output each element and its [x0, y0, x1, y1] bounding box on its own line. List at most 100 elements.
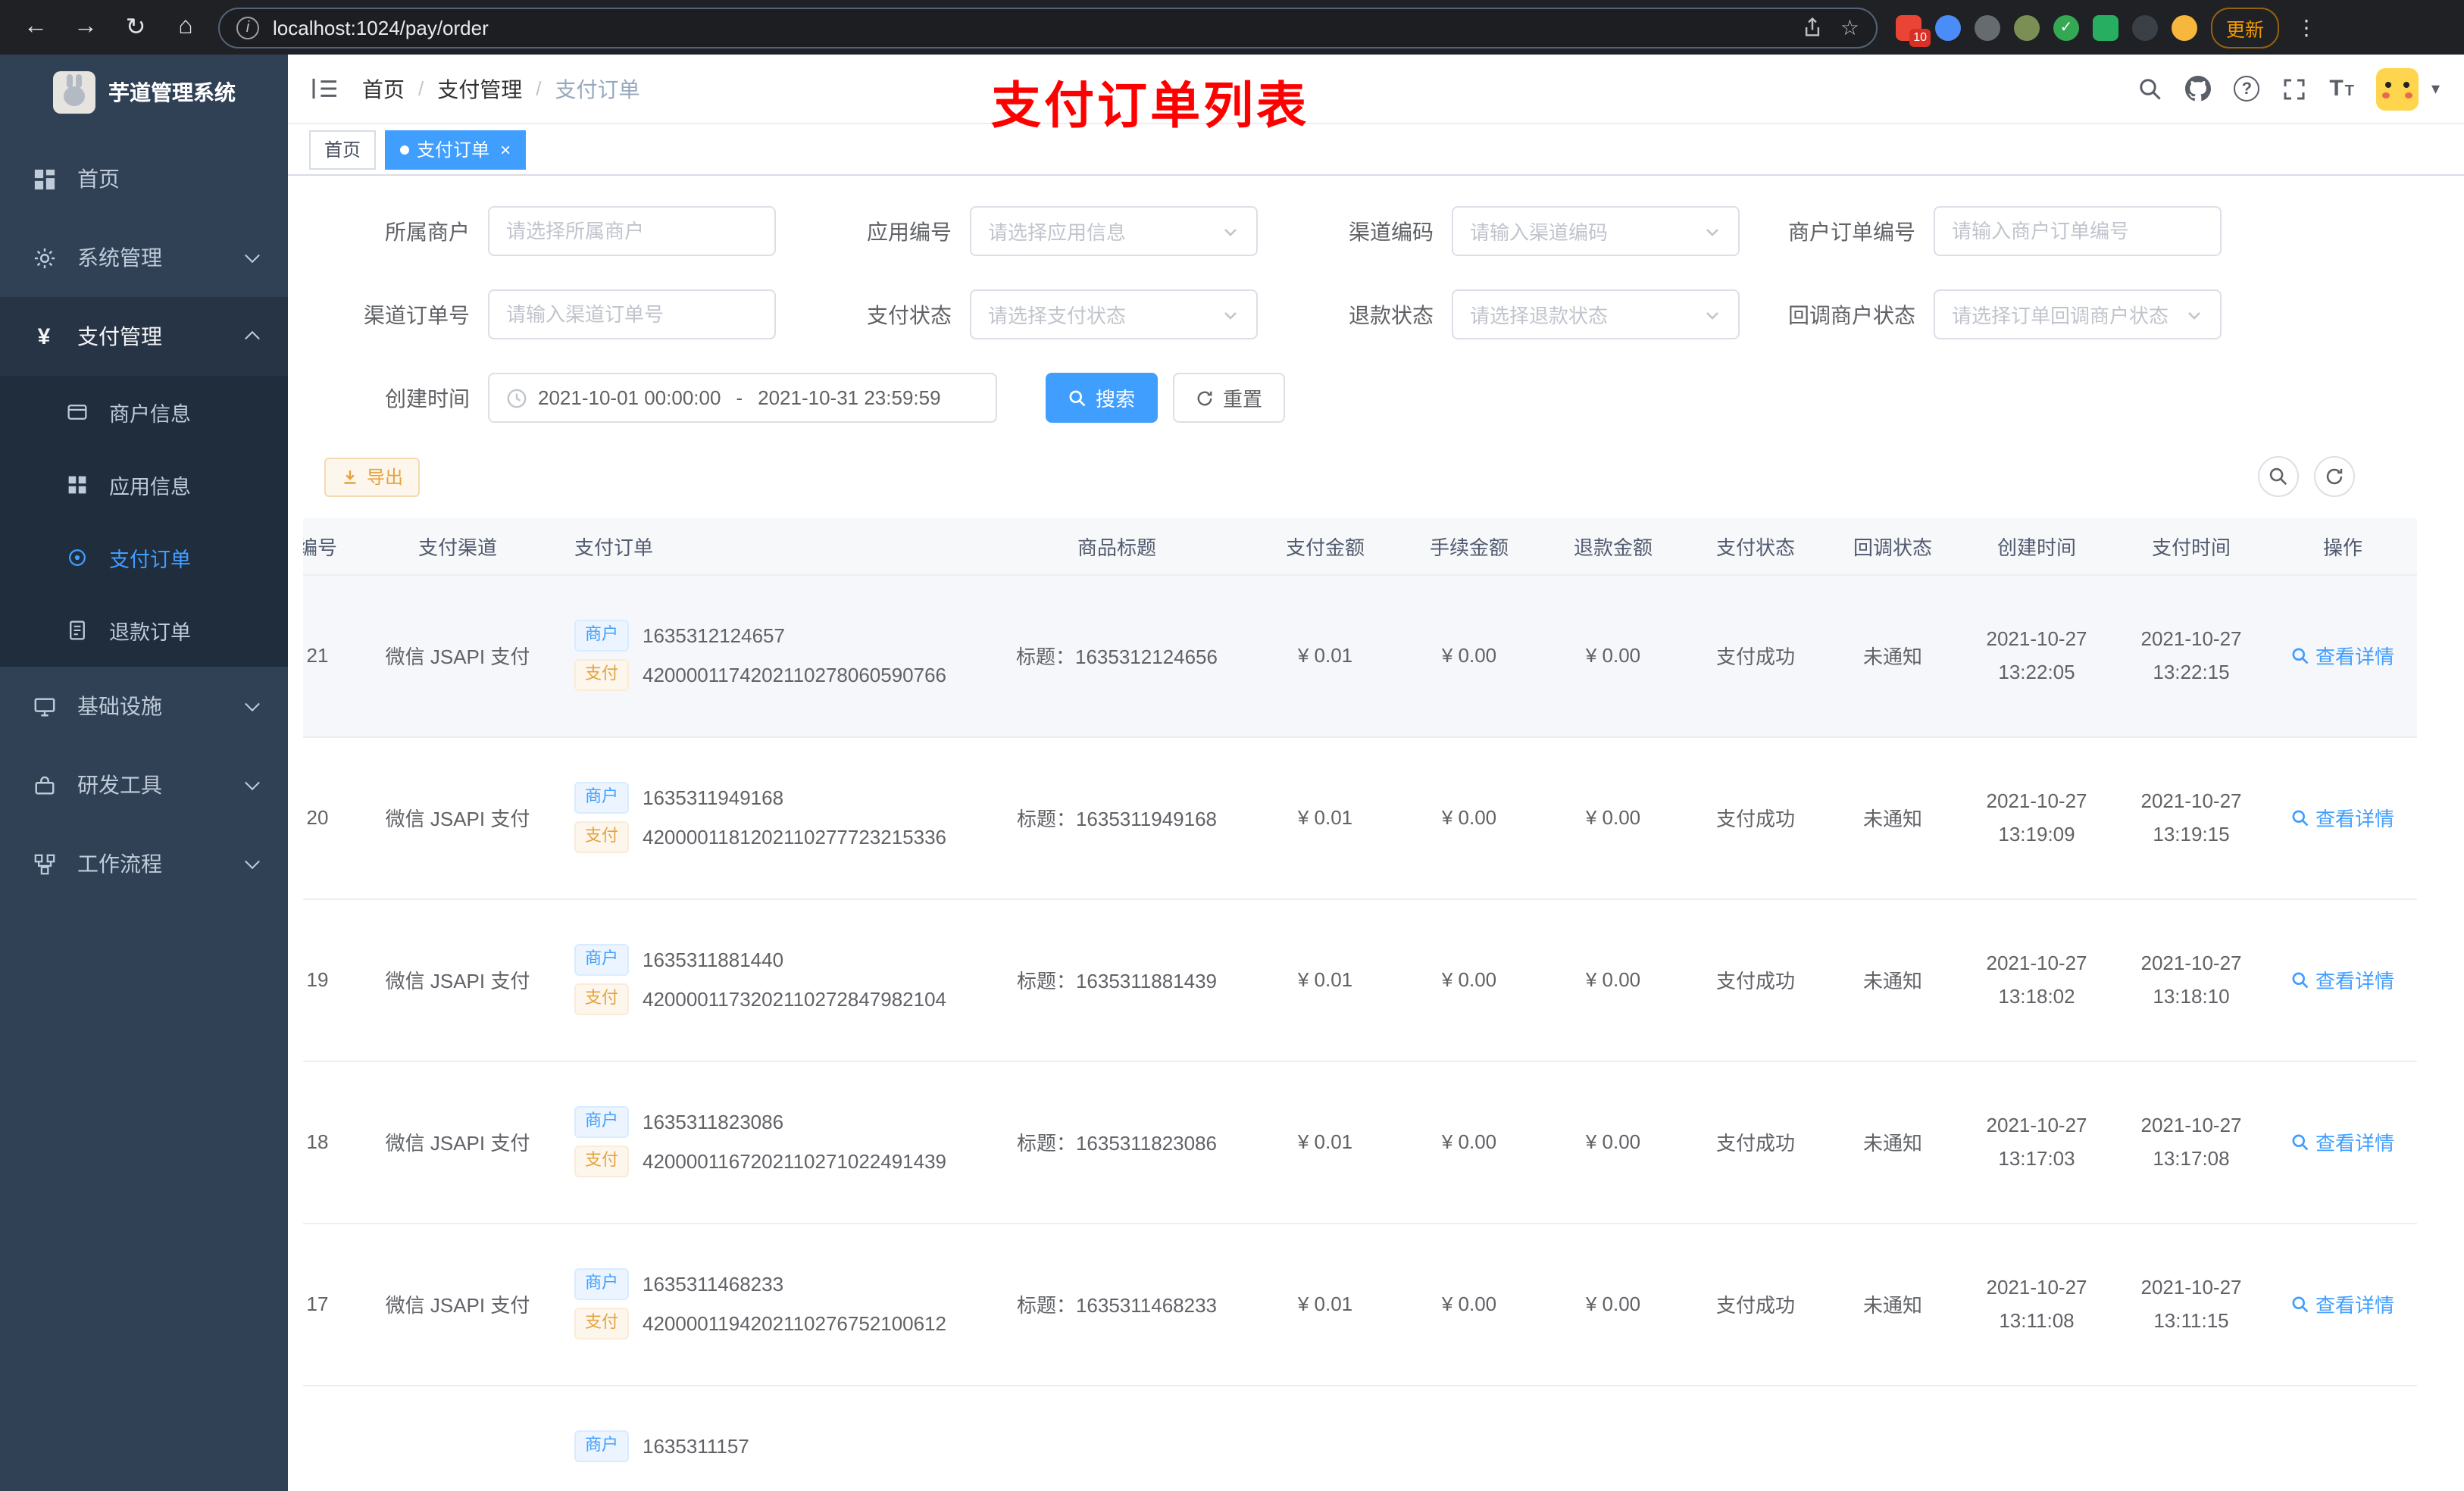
merchant-select-input[interactable] — [488, 206, 776, 256]
extension-check-icon[interactable]: ✓ — [2053, 14, 2079, 40]
sidebar-item-merchant-info[interactable]: 商户信息 — [0, 376, 288, 449]
table-header-row: 编号 支付渠道 支付订单 商品标题 支付金额 手续金额 退款金额 支付状态 回调… — [303, 518, 2417, 575]
cell-pay-channel: 微信 JSAPI 支付 — [359, 1061, 556, 1224]
breadcrumb-separator: / — [418, 77, 424, 100]
extension-icon-2[interactable] — [1935, 14, 1961, 40]
export-button[interactable]: 导出 — [324, 457, 421, 496]
cell-pay-time: 2021-10-27 13:11:15 — [2114, 1223, 2269, 1386]
cell-pay-status: 支付成功 — [1685, 1061, 1826, 1224]
merchant-tag: 商户 — [574, 944, 629, 976]
channel-order-no-input[interactable] — [488, 289, 776, 339]
site-info-icon[interactable]: i — [236, 16, 259, 39]
breadcrumb-home[interactable]: 首页 — [362, 73, 405, 104]
extension-chat-icon[interactable] — [2093, 14, 2118, 40]
notify-status-select[interactable]: 请选择订单回调商户状态 — [1934, 289, 2222, 339]
sidebar-item-refund-order[interactable]: 退款订单 — [0, 594, 288, 667]
filter-label: 回调商户状态 — [1788, 302, 1915, 327]
sidebar-item-infra[interactable]: 基础设施 — [0, 667, 288, 746]
browser-forward-icon[interactable]: → — [65, 7, 106, 48]
filter-merchant-order-no: 商户订单编号 — [1770, 206, 2222, 256]
cell-order-id: 18 — [303, 1061, 359, 1224]
search-icon — [1069, 389, 1086, 406]
merchant-order-no-input[interactable] — [1934, 206, 2222, 256]
table-row: 19 微信 JSAPI 支付 商户 1635311881440 支付 42000… — [303, 899, 2417, 1061]
pay-tag: 支付 — [574, 1308, 629, 1339]
extension-icon-4[interactable] — [2014, 14, 2040, 40]
cell-order-id: 19 — [303, 899, 359, 1061]
cell-order-id: 21 — [303, 574, 359, 737]
merchant-tag: 商户 — [574, 782, 629, 814]
user-caret-down-icon[interactable]: ▾ — [2431, 79, 2440, 98]
user-avatar[interactable] — [2376, 67, 2419, 110]
view-detail-link[interactable]: 查看详情 — [2291, 965, 2394, 994]
sidebar-item-pay-order[interactable]: 支付订单 — [0, 521, 288, 594]
cell-refund-amount: ¥ 0.00 — [1541, 899, 1685, 1061]
tab-close-icon[interactable]: × — [500, 139, 511, 160]
annotation-title: 支付订单列表 — [991, 77, 1309, 133]
cell-pay-time: 2021-10-27 13:17:08 — [2114, 1061, 2269, 1224]
view-detail-link[interactable]: 查看详情 — [2291, 1127, 2394, 1156]
share-icon[interactable] — [1803, 17, 1824, 38]
sidebar-item-label: 支付管理 — [77, 324, 162, 349]
grid-icon — [64, 471, 91, 499]
sidebar-item-workflow[interactable]: 工作流程 — [0, 824, 288, 903]
merchant-order-no: 1635311157 — [643, 1434, 749, 1457]
browser-home-icon[interactable]: ⌂ — [165, 7, 206, 48]
app-select[interactable]: 请选择应用信息 — [970, 206, 1258, 256]
sidebar-item-home[interactable]: 首页 — [0, 139, 288, 218]
search-button[interactable]: 搜索 — [1046, 373, 1159, 423]
view-detail-link[interactable]: 查看详情 — [2291, 1289, 2394, 1318]
extension-icon-1[interactable]: 10 — [1896, 14, 1931, 46]
filter-notify-status: 回调商户状态 请选择订单回调商户状态 — [1770, 289, 2222, 339]
cell-order-id: 17 — [303, 1223, 359, 1386]
pay-status-select[interactable]: 请选择支付状态 — [970, 289, 1258, 339]
address-bar[interactable]: i localhost:1024/pay/order ☆ — [218, 7, 1878, 48]
cell-pay-status: 支付成功 — [1685, 899, 1826, 1061]
merchant-order-no: 1635311468233 — [643, 1273, 784, 1296]
bookmark-star-icon[interactable]: ☆ — [1840, 17, 1859, 38]
sidebar-item-label: 退款订单 — [109, 621, 191, 644]
search-icon — [2269, 467, 2287, 486]
refund-status-select[interactable]: 请选择退款状态 — [1452, 289, 1740, 339]
extension-icon-3[interactable] — [1975, 14, 2000, 40]
cell-product-title: 标题：1635311823086 — [980, 1061, 1253, 1224]
browser-update-button[interactable]: 更新 — [2211, 7, 2280, 48]
view-detail-link[interactable]: 查看详情 — [2291, 641, 2394, 670]
search-icon[interactable] — [2138, 77, 2162, 101]
profile-face-icon[interactable] — [2172, 14, 2197, 40]
extensions-pin-icon[interactable] — [2132, 14, 2158, 40]
reset-button[interactable]: 重置 — [1173, 373, 1286, 423]
breadcrumb: 首页 / 支付管理 / 支付订单 — [362, 73, 640, 104]
sidebar-item-app-info[interactable]: 应用信息 — [0, 449, 288, 521]
toggle-search-button[interactable] — [2258, 456, 2299, 497]
sidebar-collapse-icon[interactable] — [312, 77, 338, 100]
tab-home[interactable]: 首页 — [309, 130, 377, 169]
channel-code-select[interactable]: 请输入渠道编码 — [1452, 206, 1740, 256]
sidebar-item-dev-tools[interactable]: 研发工具 — [0, 746, 288, 824]
pay-submenu: 商户信息 应用信息 支付订单 退款订单 — [0, 376, 288, 667]
merchant-order-no: 1635311823086 — [643, 1111, 784, 1133]
refresh-table-button[interactable] — [2314, 456, 2355, 497]
github-icon[interactable] — [2185, 76, 2212, 102]
active-dot-icon — [400, 145, 410, 154]
browser-menu-icon[interactable]: ⋮ — [2296, 14, 2317, 40]
sidebar-item-pay[interactable]: ¥ 支付管理 — [0, 297, 288, 376]
browser-back-icon[interactable]: ← — [15, 7, 56, 48]
cell-actions: 查看详情 — [2269, 899, 2417, 1061]
chevron-down-icon — [1706, 228, 1718, 236]
pay-tag: 支付 — [574, 659, 629, 691]
browser-reload-icon[interactable]: ↻ — [115, 7, 156, 48]
merchant-tag: 商户 — [574, 620, 629, 652]
fullscreen-icon[interactable] — [2282, 77, 2306, 101]
help-icon[interactable]: ? — [2234, 76, 2260, 102]
sidebar-item-system[interactable]: 系统管理 — [0, 218, 288, 297]
filter-pay-status: 支付状态 请选择支付状态 — [806, 289, 1258, 339]
cell-actions: 查看详情 — [2269, 1061, 2417, 1224]
search-icon — [2292, 971, 2309, 988]
table-row: 18 微信 JSAPI 支付 商户 1635311823086 支付 42000… — [303, 1061, 2417, 1224]
breadcrumb-pay[interactable]: 支付管理 — [437, 73, 522, 104]
tab-pay-order[interactable]: 支付订单 × — [385, 130, 527, 169]
date-range-input[interactable]: 2021-10-01 00:00:00 - 2021-10-31 23:59:5… — [488, 373, 997, 423]
view-detail-link[interactable]: 查看详情 — [2291, 803, 2394, 832]
font-size-icon[interactable]: TT — [2329, 76, 2354, 102]
